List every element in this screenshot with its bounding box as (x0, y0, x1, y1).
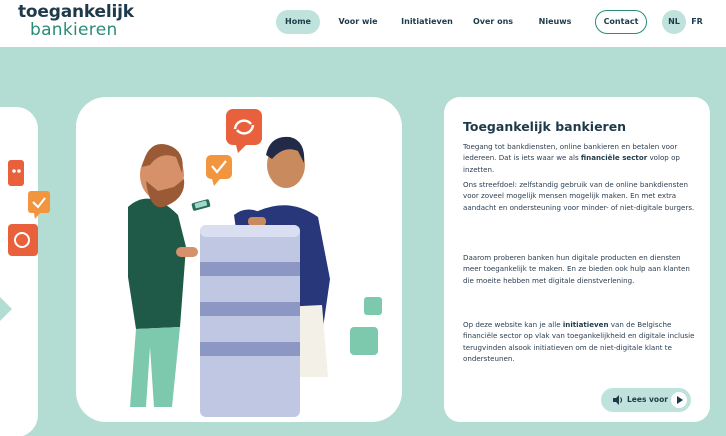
logo-line-1: toegankelijk (18, 2, 134, 22)
nav-home[interactable]: Home (276, 10, 320, 34)
language-nl[interactable]: NL (662, 10, 686, 34)
intro-p4-text-a: Op deze website kan je alle (463, 320, 563, 329)
intro-paragraph-2: Ons streefdoel: zelfstandig gebruik van … (463, 180, 695, 212)
bank-counter-illustration (8, 109, 382, 417)
nav-nieuws[interactable]: Nieuws (537, 10, 573, 34)
nav-initiatieven[interactable]: Initiatieven (399, 10, 455, 34)
nav-over-ons[interactable]: Over ons (470, 10, 516, 34)
intro-p1-bold: financiële sector (580, 153, 648, 163)
refresh-bubble-icon (8, 224, 38, 256)
read-aloud-label: Lees voor (627, 395, 668, 404)
chat-icon (8, 160, 24, 186)
check-bubble-icon (28, 191, 50, 219)
check-speech-bubble-icon (206, 155, 232, 186)
deco-square-small (364, 297, 382, 315)
read-aloud-button[interactable]: Lees voor (601, 388, 691, 412)
nav-voor-wie[interactable]: Voor wie (336, 10, 380, 34)
refresh-speech-bubble-icon (226, 109, 262, 153)
customer-figure (128, 143, 211, 407)
deco-square-large (350, 327, 378, 355)
site-header: toegankelijk bankieren Home Voor wie Ini… (0, 0, 726, 47)
intro-card: Toegankelijk bankieren Toegang tot bankd… (444, 97, 710, 422)
speaker-icon (613, 395, 623, 405)
contact-button[interactable]: Contact (595, 10, 647, 34)
intro-paragraph-4: Op deze website kan je alle initiatieven… (463, 319, 699, 365)
intro-paragraph-1: Toegang tot bankdiensten, online bankier… (463, 141, 699, 175)
site-logo[interactable]: toegankelijk bankieren (18, 4, 134, 39)
play-icon[interactable] (671, 392, 687, 408)
intro-paragraph-3: Daarom proberen banken hun digitale prod… (463, 253, 690, 285)
bank-counter (200, 225, 300, 417)
hero-section: Toegankelijk bankieren Toegang tot bankd… (0, 47, 726, 436)
page-title: Toegankelijk bankieren (463, 119, 627, 134)
logo-line-2: bankieren (30, 20, 118, 40)
language-fr[interactable]: FR (688, 10, 706, 34)
initiatieven-link[interactable]: initiatieven (563, 320, 609, 329)
